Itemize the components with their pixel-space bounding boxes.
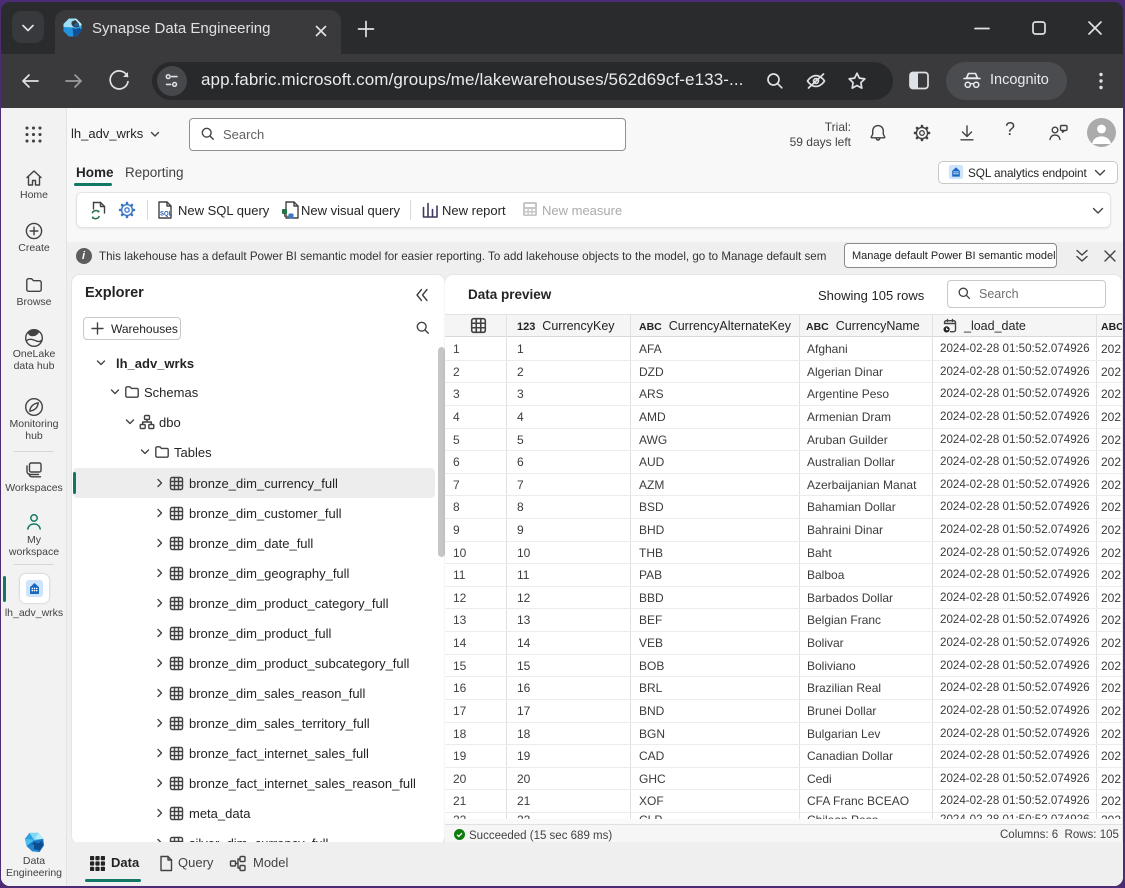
svg-text:SQL: SQL	[160, 212, 173, 218]
